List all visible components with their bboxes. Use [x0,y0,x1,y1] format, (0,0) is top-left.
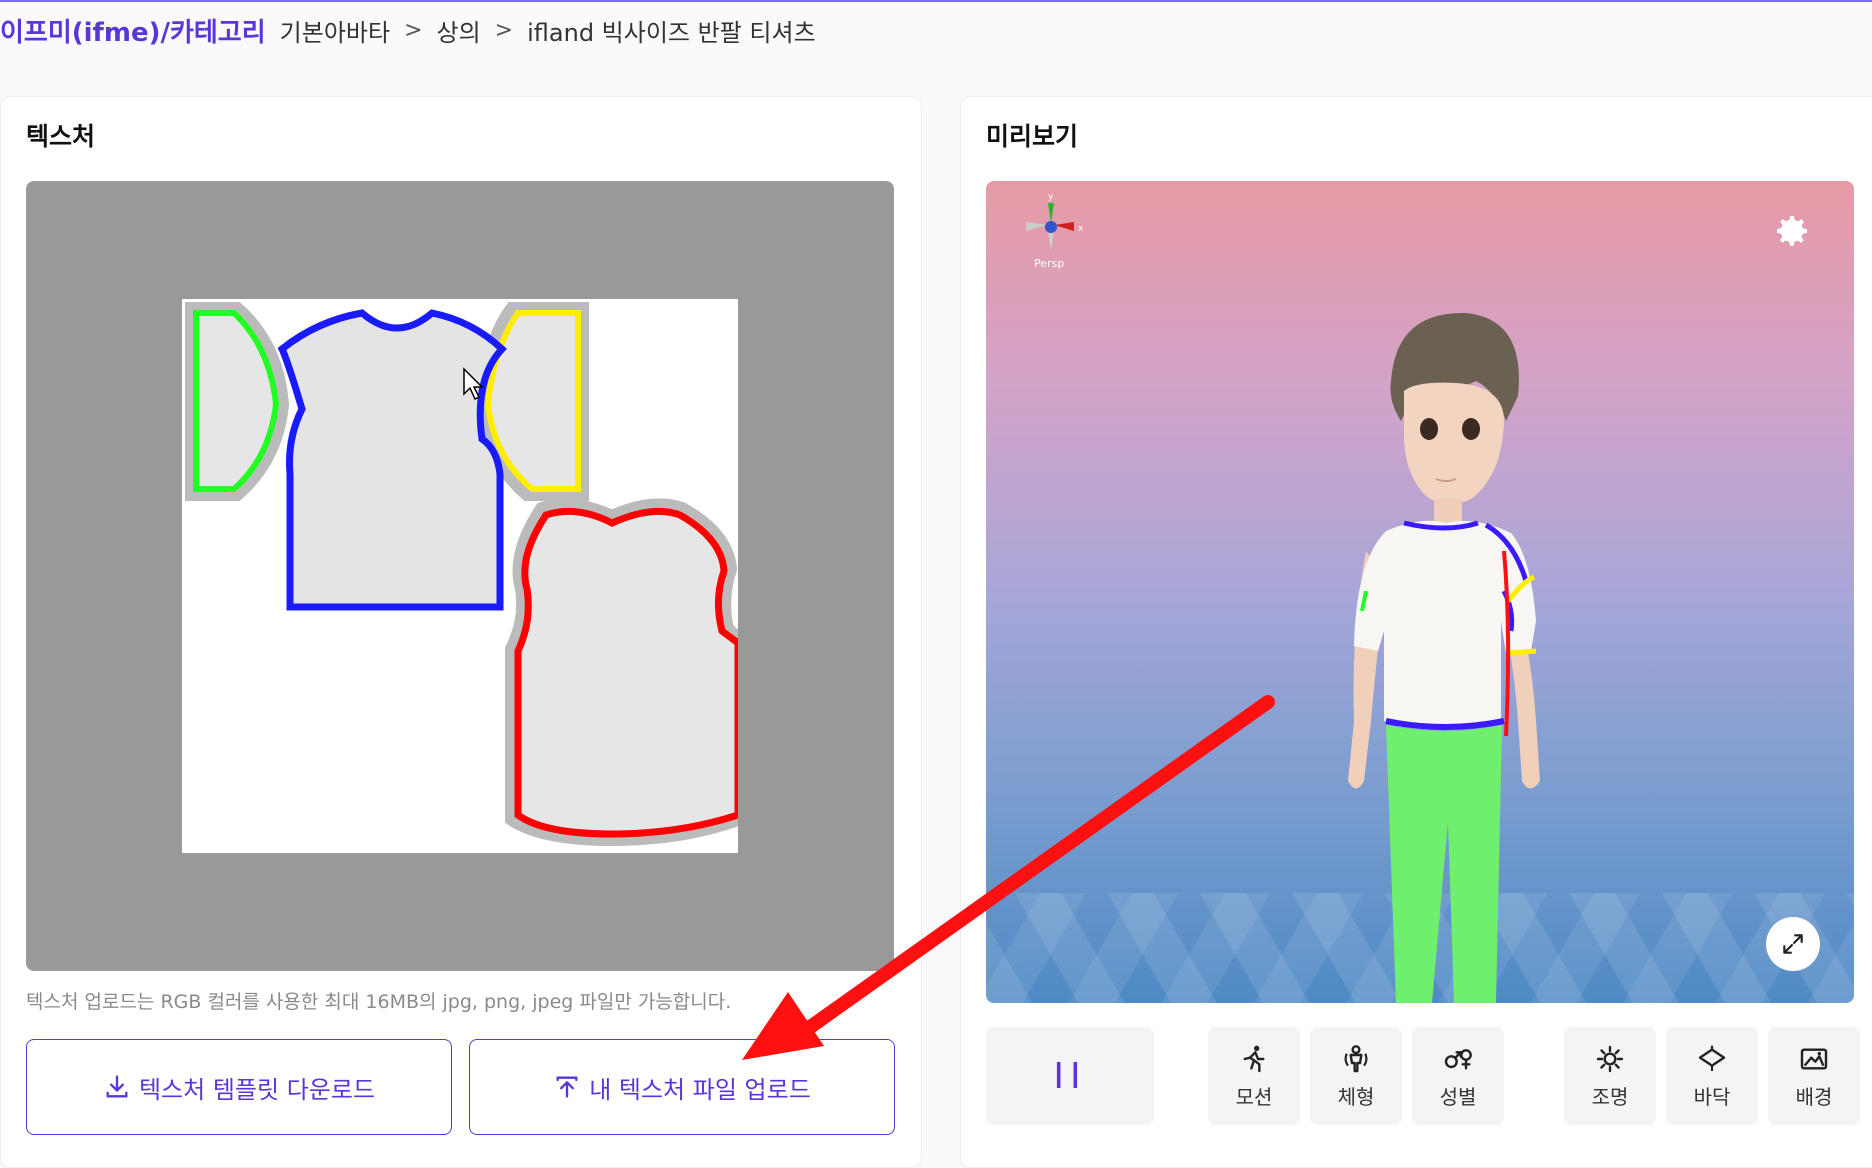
image-icon [1800,1047,1828,1070]
lighting-button[interactable]: 조명 [1564,1027,1656,1125]
texture-panel-title: 텍스처 [26,122,96,151]
top-accent-line [0,0,1872,2]
upload-note: 텍스처 업로드는 RGB 컬러를 사용한 최대 16MB의 jpg, png, … [26,991,732,1013]
gizmo-y-label: y [1048,192,1054,202]
running-person-icon [1243,1045,1265,1072]
pause-icon: II [1053,1055,1087,1097]
breadcrumb-separator: > [404,17,423,43]
floor-button[interactable]: 바닥 [1666,1027,1758,1125]
axis-gizmo: y x Persp [1026,192,1084,270]
avatar-model [1348,312,1540,1003]
upload-texture-label: 내 텍스처 파일 업로드 [589,1075,811,1104]
texture-template-image [182,299,738,853]
expand-viewport-button[interactable] [1766,917,1820,971]
lighting-label: 조명 [1591,1084,1629,1109]
3d-preview-viewport[interactable]: y x Persp [986,181,1854,1003]
preview-panel-title: 미리보기 [986,122,1079,151]
gender-label: 성별 [1439,1084,1477,1109]
upload-texture-button[interactable]: 내 텍스처 파일 업로드 [469,1039,895,1135]
pause-button[interactable]: II [986,1027,1154,1125]
breadcrumb-root[interactable]: 이프미(ifme)/카테고리 [0,12,266,49]
background-button[interactable]: 배경 [1768,1027,1860,1125]
light-icon [1596,1045,1624,1072]
body-type-button[interactable]: 체형 [1310,1027,1402,1125]
breadcrumb-item-top[interactable]: 상의 [437,13,481,48]
gizmo-persp-label: Persp [1034,257,1064,270]
download-icon [106,1075,128,1098]
upload-icon [556,1076,578,1098]
expand-icon [1783,934,1803,954]
preview-panel: 미리보기 y x Persp II 모션 체형 성별 조명 바닥 배경 [960,96,1872,1168]
breadcrumb-item-basic-avatar[interactable]: 기본아바타 [280,13,390,48]
settings-gear-icon[interactable] [1772,211,1812,251]
download-template-label: 텍스처 템플릿 다운로드 [138,1075,376,1104]
gender-icon [1444,1048,1472,1070]
floor-label: 바닥 [1693,1084,1731,1109]
floor-icon [1698,1045,1726,1071]
motion-label: 모션 [1235,1084,1273,1109]
download-template-button[interactable]: 텍스처 템플릿 다운로드 [26,1039,452,1135]
preview-controls: II 모션 체형 성별 조명 바닥 배경 [986,1027,1872,1127]
body-type-label: 체형 [1337,1084,1375,1109]
motion-button[interactable]: 모션 [1208,1027,1300,1125]
breadcrumb-item-current: ifland 빅사이즈 반팔 티셔츠 [527,18,816,47]
background-label: 배경 [1795,1084,1833,1109]
gizmo-x-label: x [1078,224,1084,234]
breadcrumb: 이프미(ifme)/카테고리 기본아바타 > 상의 > ifland 빅사이즈 … [0,8,816,52]
gender-button[interactable]: 성별 [1412,1027,1504,1125]
breadcrumb-separator: > [494,17,514,43]
texture-panel: 텍스처 텍스처 업로드는 RGB 컬러를 사용한 최대 16MB의 jpg, p… [0,96,922,1168]
body-shape-icon [1344,1044,1368,1072]
texture-canvas [26,181,894,971]
